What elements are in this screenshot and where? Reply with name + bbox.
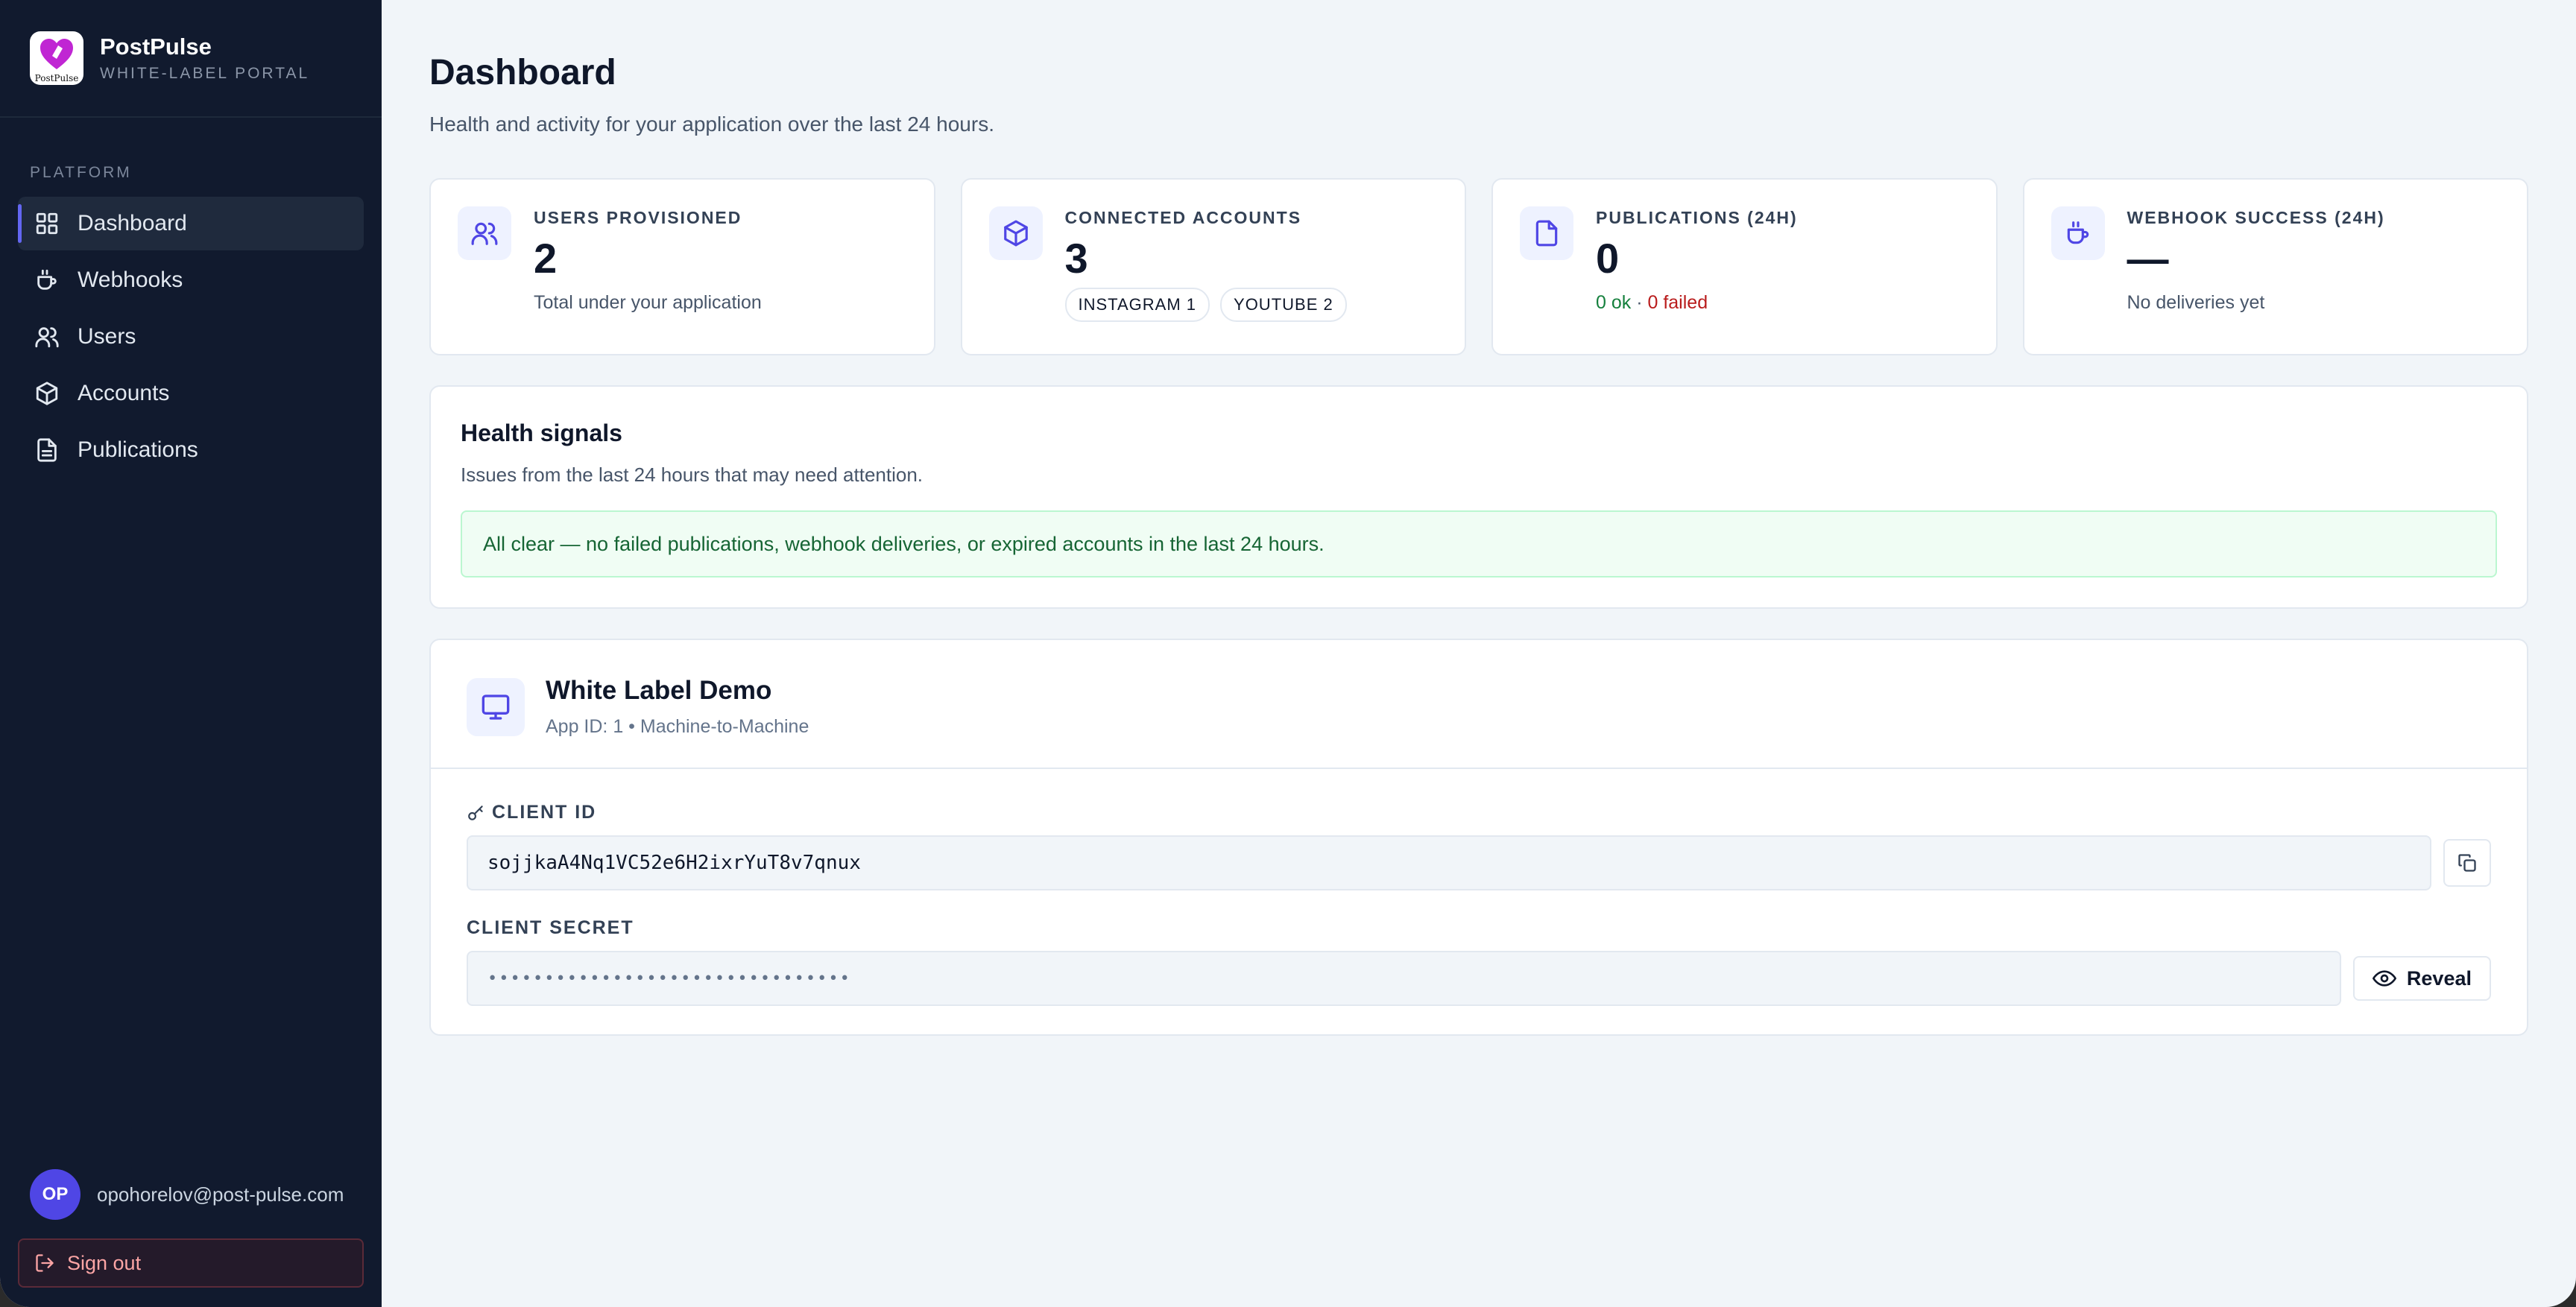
platform-chips: INSTAGRAM 1 YOUTUBE 2 <box>1064 287 1347 322</box>
stat-foot: Total under your application <box>534 291 762 313</box>
sidebar-item-publications[interactable]: Publications <box>18 423 364 477</box>
sidebar-item-label: Users <box>78 324 136 349</box>
stat-foot: 0 ok · 0 failed <box>1596 292 1798 314</box>
stat-value: 3 <box>1064 235 1088 282</box>
sign-out-icon <box>36 1254 54 1272</box>
sidebar-item-dashboard[interactable]: Dashboard <box>18 197 364 250</box>
sidebar-item-users[interactable]: Users <box>18 310 364 364</box>
user-profile[interactable]: OP opohorelov@post-pulse.com <box>18 1168 364 1221</box>
stat-card-publications: PUBLICATIONS (24H) 0 0 ok · 0 failed <box>1491 178 1998 355</box>
users-icon <box>33 323 61 351</box>
grid-icon <box>33 209 61 238</box>
sign-out-button[interactable]: Sign out <box>18 1238 364 1288</box>
stat-label: USERS PROVISIONED <box>534 208 742 227</box>
stat-card-users: USERS PROVISIONED 2 Total under your app… <box>429 178 935 355</box>
stat-value: 2 <box>534 235 558 282</box>
stat-card-accounts: CONNECTED ACCOUNTS 3 INSTAGRAM 1 YOUTUBE… <box>960 178 1466 355</box>
client-secret-label: CLIENT SECRET <box>467 917 634 938</box>
sidebar-item-label: Publications <box>78 437 198 462</box>
brand-name: PostPulse <box>100 34 212 60</box>
client-id-label: CLIENT ID <box>467 802 2491 823</box>
user-email: opohorelov@post-pulse.com <box>97 1183 344 1206</box>
logo-text: PostPulse <box>34 73 79 83</box>
monitor-icon <box>467 677 525 736</box>
sidebar-item-label: Accounts <box>78 381 170 405</box>
copy-icon <box>2458 854 2476 872</box>
main-content: Dashboard Health and activity for your a… <box>382 0 2576 1307</box>
reveal-label: Reveal <box>2406 966 2472 990</box>
sidebar: PostPulse PostPulse WHITE-LABEL PORTAL P… <box>0 0 382 1307</box>
app-meta: App ID: 1 • Machine-to-Machine <box>546 716 809 737</box>
page-title: Dashboard <box>429 53 616 92</box>
brand[interactable]: PostPulse PostPulse WHITE-LABEL PORTAL <box>0 0 382 118</box>
health-title: Health signals <box>461 420 622 446</box>
failed-count: 0 failed <box>1647 291 1708 313</box>
cube-icon <box>988 206 1043 260</box>
sidebar-nav: Dashboard Webhooks Users Accounts Public… <box>0 197 382 480</box>
sidebar-item-webhooks[interactable]: Webhooks <box>18 253 364 307</box>
document-icon <box>1520 206 1573 260</box>
stats-cards: USERS PROVISIONED 2 Total under your app… <box>429 178 2528 355</box>
ok-count: 0 ok <box>1596 291 1632 313</box>
stat-label: PUBLICATIONS (24H) <box>1596 208 1798 227</box>
chip-youtube: YOUTUBE 2 <box>1220 287 1347 322</box>
reveal-button[interactable]: Reveal <box>2352 956 2491 1001</box>
stat-card-webhooks: WEBHOOK SUCCESS (24H) — No deliveries ye… <box>2022 178 2528 355</box>
application-panel: White Label Demo App ID: 1 • Machine-to-… <box>429 639 2528 1036</box>
sign-out-label: Sign out <box>67 1251 142 1274</box>
page-subtitle: Health and activity for your application… <box>429 113 994 136</box>
brand-subtitle: WHITE-LABEL PORTAL <box>100 65 310 82</box>
client-id-field[interactable]: sojjkaA4Nq1VC52e6H2ixrYuT8v7qnux <box>467 835 2431 890</box>
health-signals-panel: Health signals Issues from the last 24 h… <box>429 385 2528 609</box>
health-subtitle: Issues from the last 24 hours that may n… <box>461 463 924 486</box>
cup-icon <box>2051 206 2105 260</box>
stat-label: WEBHOOK SUCCESS (24H) <box>2127 208 2385 227</box>
sidebar-item-accounts[interactable]: Accounts <box>18 367 364 420</box>
chip-instagram: INSTAGRAM 1 <box>1064 287 1210 322</box>
stat-value: — <box>2127 235 2169 282</box>
copy-client-id-button[interactable] <box>2443 839 2491 887</box>
key-icon <box>468 805 483 820</box>
app-window: PostPulse PostPulse WHITE-LABEL PORTAL P… <box>0 0 2576 1307</box>
cube-icon <box>33 379 61 408</box>
nav-section-label: PLATFORM <box>30 164 132 181</box>
all-clear-banner: All clear — no failed publications, webh… <box>461 510 2497 577</box>
cup-icon <box>33 266 61 294</box>
users-icon <box>458 206 511 260</box>
stat-foot: No deliveries yet <box>2127 291 2265 313</box>
separator: · <box>1631 291 1648 313</box>
sidebar-item-label: Webhooks <box>78 268 183 292</box>
client-secret-field[interactable]: •••••••••••••••••••••••••••••••• <box>467 951 2341 1006</box>
postpulse-logo-icon: PostPulse <box>30 31 83 85</box>
eye-icon <box>2372 970 2396 987</box>
avatar: OP <box>30 1169 80 1220</box>
app-name: White Label Demo <box>546 676 772 705</box>
stat-value: 0 <box>1596 235 1620 282</box>
stat-label: CONNECTED ACCOUNTS <box>1064 208 1302 227</box>
sidebar-item-label: Dashboard <box>78 211 187 235</box>
document-icon <box>33 436 61 464</box>
